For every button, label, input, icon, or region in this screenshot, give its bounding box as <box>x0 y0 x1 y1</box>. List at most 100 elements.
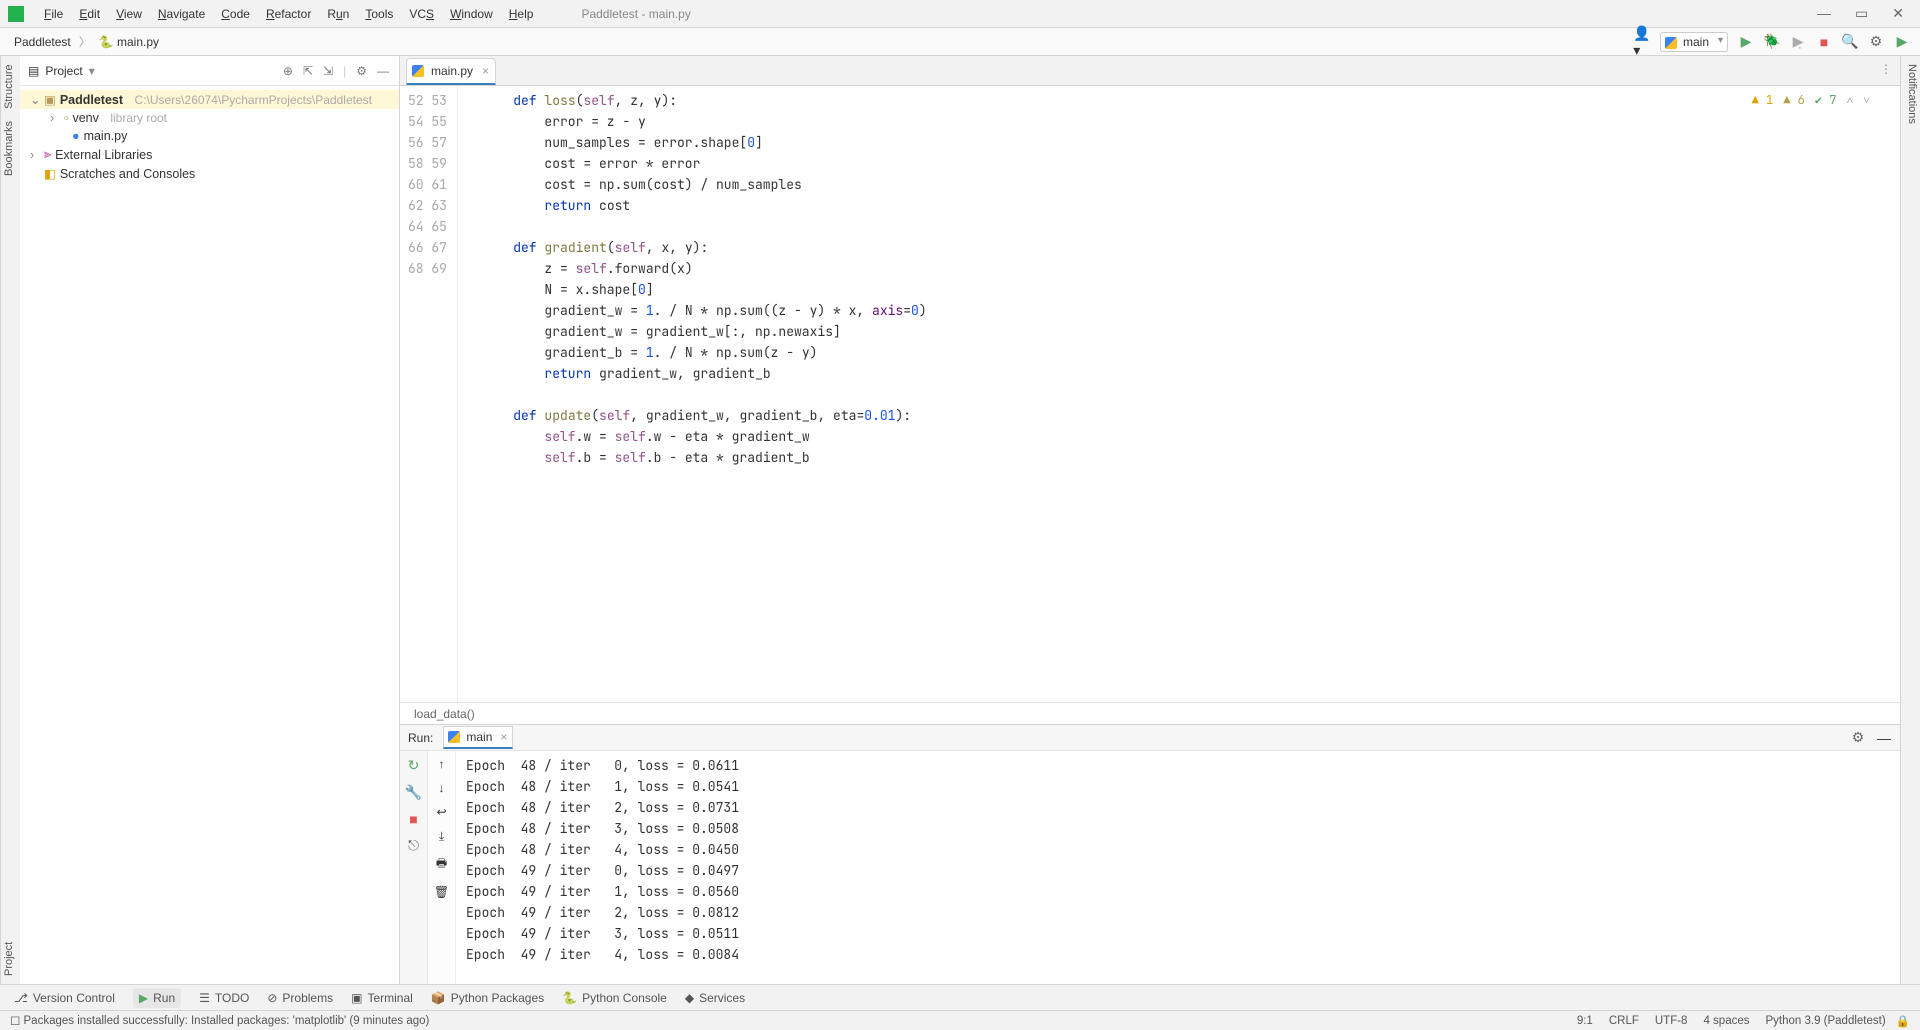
search-icon[interactable]: 🔍 <box>1842 34 1858 50</box>
status-message[interactable]: Packages installed successfully: Install… <box>24 1015 430 1027</box>
menu-view[interactable]: View <box>108 3 150 25</box>
btab-python-packages[interactable]: 📦Python Packages <box>431 991 544 1005</box>
run-config-selector[interactable]: main <box>1660 32 1728 52</box>
editor-breadcrumb[interactable]: load_data() <box>400 702 1900 724</box>
btab-todo[interactable]: ☰TODO <box>199 991 249 1005</box>
status-interpreter[interactable]: Python 3.9 (Paddletest) <box>1765 1015 1885 1027</box>
coverage-icon[interactable]: ▶̣ <box>1790 34 1806 50</box>
stop-run-icon[interactable]: ■ <box>409 811 417 827</box>
collapse-all-icon[interactable]: ⇲ <box>321 62 335 80</box>
app-logo-icon <box>8 6 24 22</box>
tree-venv-row[interactable]: › ▫ venv library root <box>20 109 399 127</box>
status-eol[interactable]: CRLF <box>1609 1015 1639 1027</box>
scroll-end-icon[interactable]: ⤓ <box>439 829 444 844</box>
maximize-icon[interactable]: ▭ <box>1855 5 1868 22</box>
menu-window[interactable]: Window <box>442 3 501 25</box>
close-tab-icon[interactable]: × <box>482 64 489 78</box>
select-opened-file-icon[interactable]: ⊕ <box>281 62 295 80</box>
weak-warning-icon[interactable]: ▲ 6 <box>1783 92 1805 108</box>
up-arrow-icon[interactable]: ↑ <box>439 757 445 771</box>
run-button-icon[interactable]: ▶ <box>1738 34 1754 50</box>
project-stripe-button[interactable]: Project <box>3 942 18 976</box>
warning-icon[interactable]: ▲ 1 <box>1752 92 1774 108</box>
btab-version-control[interactable]: ⎇Version Control <box>14 991 115 1005</box>
btab-run[interactable]: ▶Run <box>133 988 181 1008</box>
caret-down-icon[interactable]: ⌄ <box>30 92 40 107</box>
structure-stripe-button[interactable]: Structure <box>3 64 18 109</box>
code-editor[interactable]: 52 53 54 55 56 57 58 59 60 61 62 63 64 6… <box>400 86 1900 702</box>
rerun-icon[interactable]: ↻ <box>408 757 420 774</box>
caret-right-icon[interactable]: › <box>30 148 40 162</box>
menu-edit[interactable]: Edit <box>71 3 108 25</box>
clear-icon[interactable]: 🗑 <box>434 885 449 899</box>
status-indent[interactable]: 4 spaces <box>1703 1015 1749 1027</box>
bookmarks-stripe-button[interactable]: Bookmarks <box>3 121 18 176</box>
tree-root-row[interactable]: ⌄ ▣ Paddletest C:\Users\26074\PycharmPro… <box>20 90 399 109</box>
menu-help[interactable]: Help <box>501 3 542 25</box>
breadcrumb-project[interactable]: Paddletest <box>10 33 75 51</box>
hide-panel-icon[interactable]: ― <box>375 62 391 80</box>
stop-button-icon[interactable]: ■ <box>1816 34 1832 50</box>
menu-vcs[interactable]: VCS <box>401 3 442 25</box>
btab-problems[interactable]: ⊘Problems <box>267 991 333 1005</box>
close-run-tab-icon[interactable]: × <box>500 730 507 744</box>
typo-icon[interactable]: ✔ 7 <box>1815 92 1837 108</box>
close-icon[interactable]: ✕ <box>1892 5 1904 22</box>
menu-refactor[interactable]: Refactor <box>258 3 319 25</box>
run-tab-main[interactable]: main × <box>443 726 513 749</box>
btab-label: Services <box>699 991 745 1005</box>
caret-right-icon[interactable]: › <box>50 111 60 125</box>
chevron-down-icon[interactable]: ˅ <box>1863 92 1870 108</box>
expand-all-icon[interactable]: ⇱ <box>301 62 315 80</box>
chevron-up-icon[interactable]: ˄ <box>1846 92 1853 108</box>
breadcrumb: Paddletest 〉 🐍 main.py <box>10 33 163 51</box>
wrench-icon[interactable]: 🔧 <box>405 784 422 801</box>
btab-python-console[interactable]: 🐍Python Console <box>562 991 667 1005</box>
tree-file-row[interactable]: ● main.py <box>20 127 399 145</box>
project-tree[interactable]: ⌄ ▣ Paddletest C:\Users\26074\PycharmPro… <box>20 86 399 187</box>
inspections-widget[interactable]: ▲ 1 ▲ 6 ✔ 7 ˄ ˅ <box>1752 92 1870 108</box>
bottom-tool-tabs: ⎇Version Control ▶Run ☰TODO ⊘Problems ▣T… <box>0 984 1920 1010</box>
add-user-icon[interactable]: 👤▾ <box>1634 34 1650 50</box>
code-area[interactable]: def loss(self, z, y): error = z - y num_… <box>458 86 1900 702</box>
tree-scratches-row[interactable]: ◧ Scratches and Consoles <box>20 164 399 183</box>
btab-terminal[interactable]: ▣Terminal <box>351 991 413 1005</box>
down-arrow-icon[interactable]: ↓ <box>439 781 445 795</box>
settings-icon[interactable]: ⚙ <box>1868 34 1884 50</box>
run-label: Run: <box>408 731 433 745</box>
menu-tools[interactable]: Tools <box>357 3 401 25</box>
menu-code[interactable]: Code <box>213 3 258 25</box>
btab-services[interactable]: ◆Services <box>685 991 745 1005</box>
menu-bar: File Edit View Navigate Code Refactor Ru… <box>0 0 1920 28</box>
status-encoding[interactable]: UTF-8 <box>1655 1015 1688 1027</box>
project-view-title[interactable]: Project <box>45 64 82 78</box>
tab-more-icon[interactable]: ⋮ <box>1880 62 1892 76</box>
terminal-icon: ▣ <box>351 991 362 1005</box>
folder-icon: ▫ <box>64 111 68 125</box>
editor-tab-mainpy[interactable]: main.py × <box>406 58 496 85</box>
lock-icon[interactable]: 🔒 <box>1896 1014 1910 1028</box>
soft-wrap-icon[interactable]: ↩ <box>436 805 446 819</box>
run-anything-icon[interactable]: ▶ <box>1894 34 1910 50</box>
tree-external-row[interactable]: › ⫸ External Libraries <box>20 145 399 164</box>
menu-run[interactable]: Run <box>319 3 357 25</box>
print-icon[interactable]: 🖶 <box>436 854 447 875</box>
debug-button-icon[interactable]: 🪲 <box>1764 34 1780 50</box>
tree-venv-hint: library root <box>110 111 167 125</box>
folder-icon: ▣ <box>44 92 56 107</box>
exit-icon[interactable]: ⎋ <box>408 837 419 854</box>
breadcrumb-file[interactable]: 🐍 main.py <box>95 33 163 51</box>
editor-breadcrumb-item[interactable]: load_data() <box>414 707 475 721</box>
play-icon: ▶ <box>139 991 148 1005</box>
divider-icon: | <box>341 62 348 80</box>
status-caret[interactable]: 9:1 <box>1577 1015 1593 1027</box>
menu-navigate[interactable]: Navigate <box>150 3 213 25</box>
notifications-stripe-button[interactable]: Notifications <box>1906 64 1918 124</box>
minimize-icon[interactable]: ― <box>1817 5 1831 22</box>
project-view-chevron-icon[interactable]: ▾ <box>89 64 95 78</box>
run-console[interactable]: Epoch 48 / iter 0, loss = 0.0611 Epoch 4… <box>456 751 1900 984</box>
project-settings-icon[interactable]: ⚙ <box>354 62 369 80</box>
hide-run-icon[interactable]: ― <box>1876 730 1892 746</box>
menu-file[interactable]: File <box>36 3 71 25</box>
run-settings-icon[interactable]: ⚙ <box>1850 730 1866 746</box>
